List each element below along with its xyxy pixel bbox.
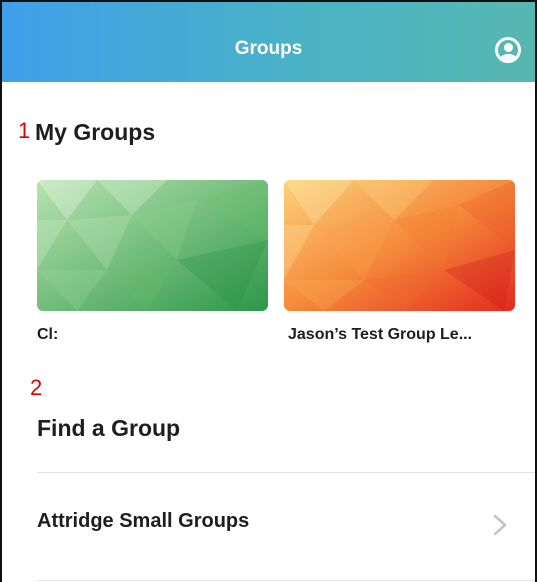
- group-card-label: Jason’s Test Group Le...: [288, 326, 473, 343]
- group-card-image: [284, 180, 515, 311]
- chevron-right-icon: [493, 514, 507, 536]
- group-card-orange[interactable]: [284, 180, 515, 311]
- nav-header: Groups: [2, 2, 535, 82]
- list-item-attridge-small-groups[interactable]: Attridge Small Groups: [2, 492, 535, 554]
- annotation-marker-2: 2: [30, 375, 43, 400]
- profile-head: [504, 43, 513, 52]
- app-screen: Groups 1 My Groups Cl: Jason’s Test Grou…: [0, 0, 537, 582]
- page-title: Groups: [234, 38, 303, 59]
- divider: [37, 580, 535, 581]
- annotation-marker-1: 1: [18, 118, 31, 143]
- find-group-heading: Find a Group: [37, 415, 181, 441]
- list-item-label: Attridge Small Groups: [37, 510, 250, 532]
- profile-shoulders: [499, 54, 518, 60]
- group-card-image: [37, 180, 268, 311]
- divider: [37, 472, 535, 473]
- group-card-label: Cl:: [37, 326, 59, 343]
- my-groups-heading: My Groups: [35, 119, 156, 145]
- group-card-green[interactable]: [37, 180, 268, 311]
- account-circle-icon[interactable]: [495, 37, 521, 63]
